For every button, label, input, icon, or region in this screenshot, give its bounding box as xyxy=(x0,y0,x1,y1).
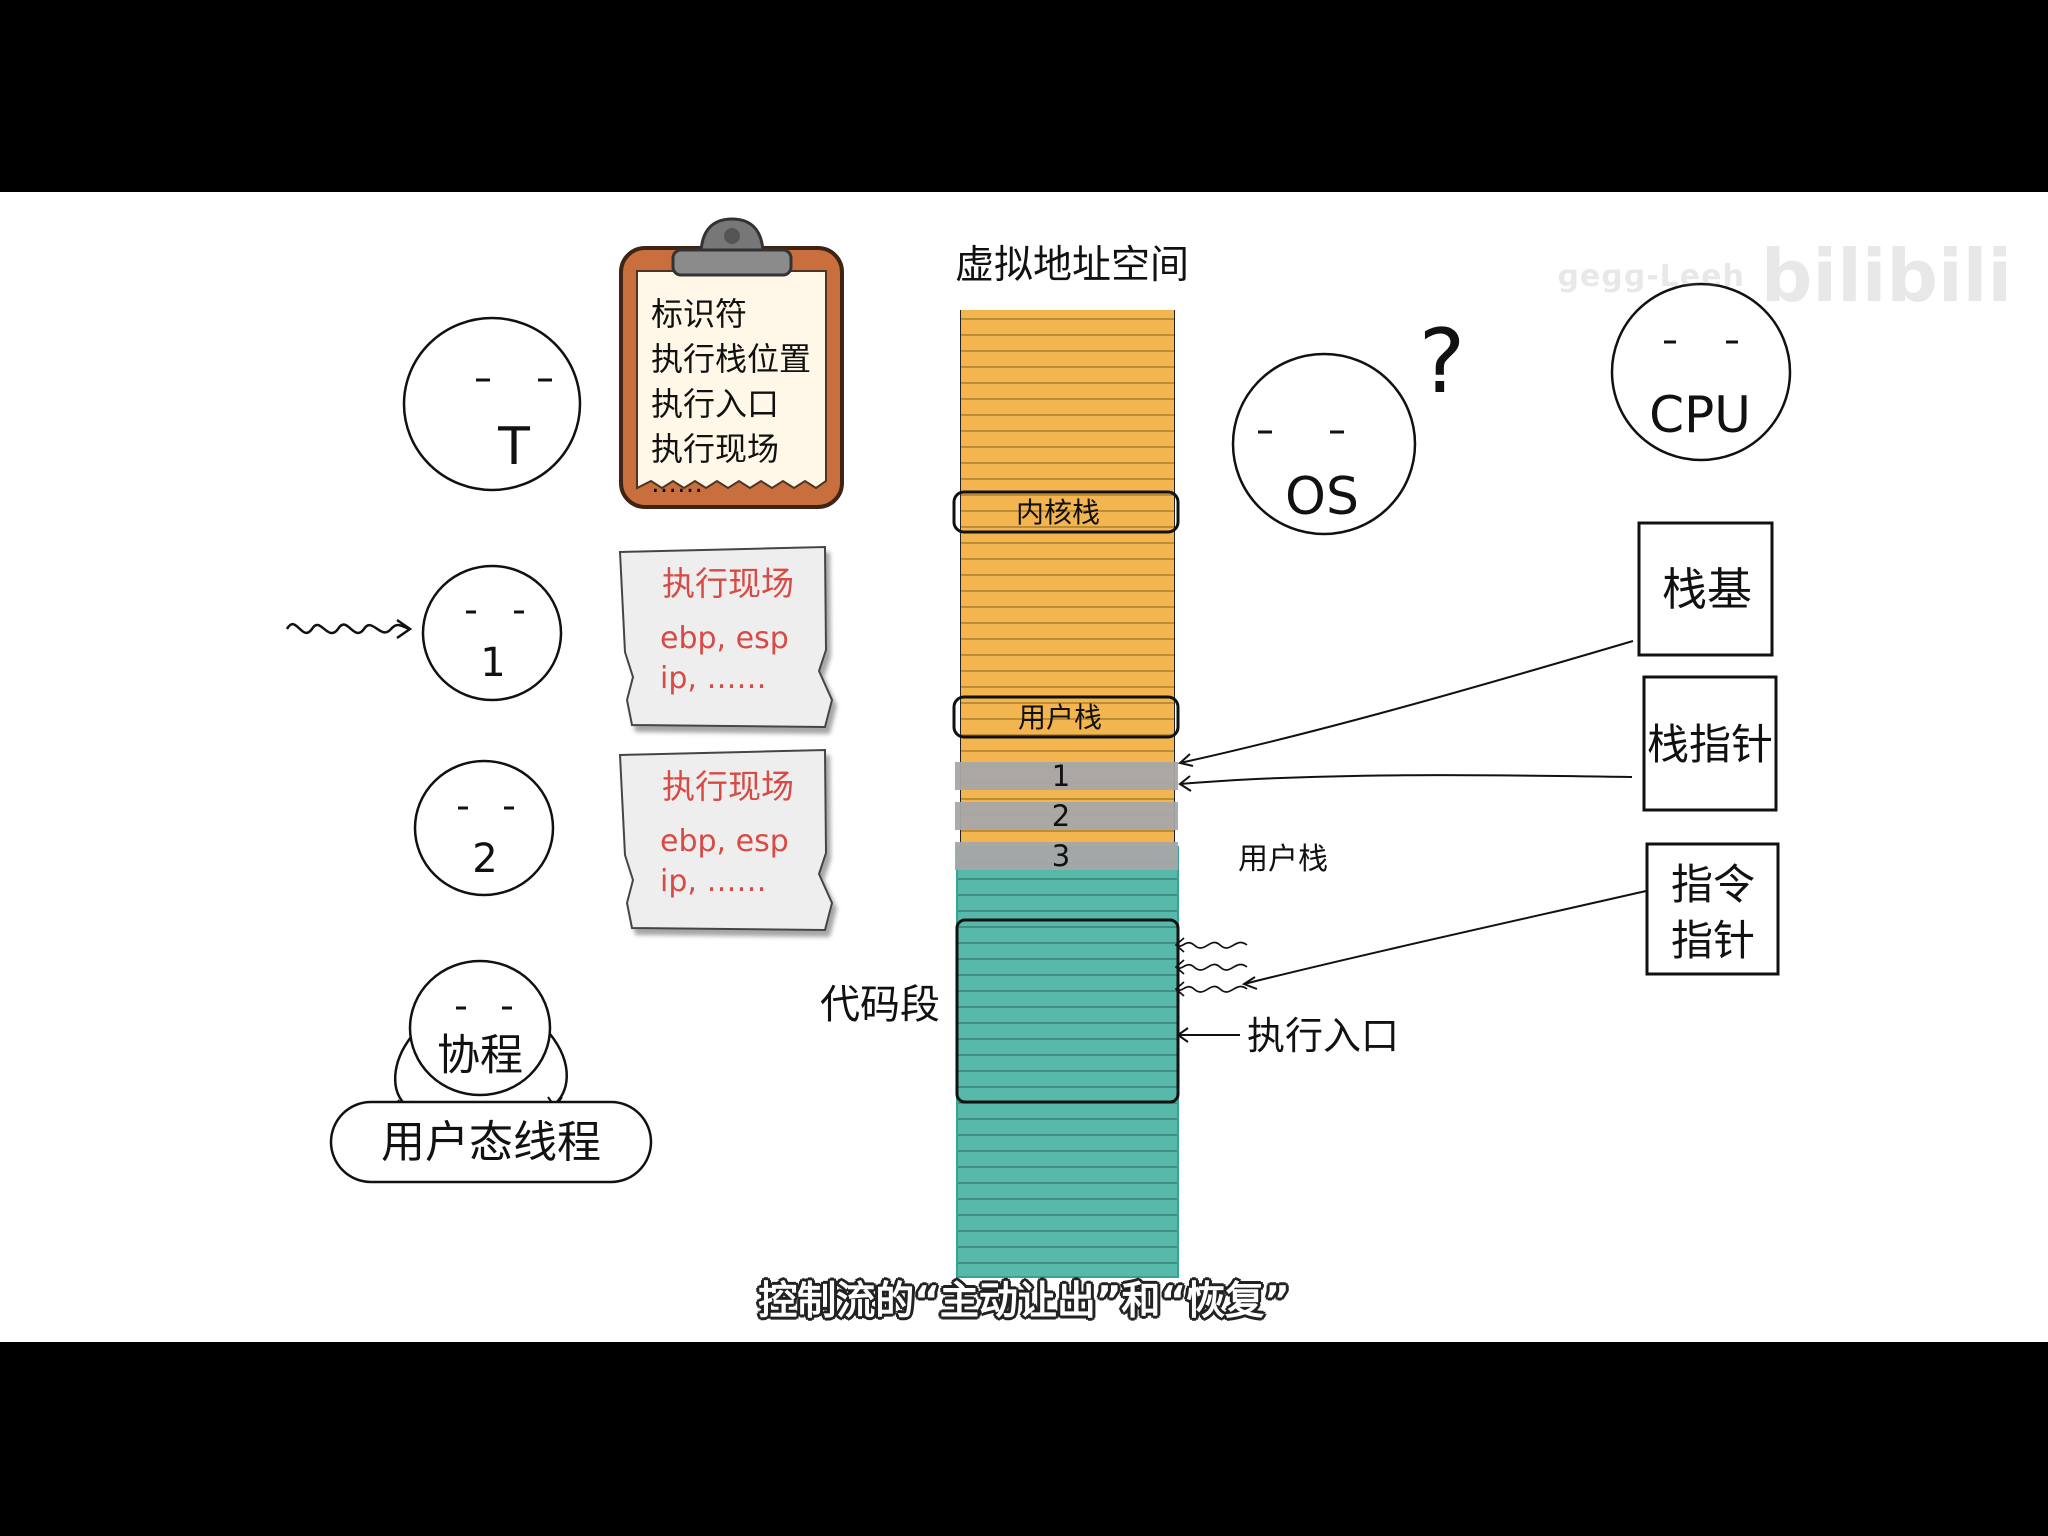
watermark-small-text: ɡeɡɡ-Leeh xyxy=(1557,258,1745,294)
context-card-1-title: 执行现场 xyxy=(662,564,794,603)
context-card-1: 执行现场 ebp, esp ip, …… xyxy=(618,545,834,729)
context-card-2-line2: ip, …… xyxy=(660,864,766,899)
os-face: OS ? xyxy=(1231,310,1466,536)
stack-frames: 1 2 3 xyxy=(955,759,1178,873)
os-label: OS xyxy=(1285,467,1359,527)
context-card-1-line2: ip, …… xyxy=(660,661,766,696)
clipboard-item-5: …… xyxy=(651,469,703,499)
wavy-arrow-line xyxy=(285,622,411,635)
context-card-2: 执行现场 ebp, esp ip, …… xyxy=(618,748,834,932)
cpu-label: CPU xyxy=(1649,386,1751,444)
clipboard-item-3: 执行入口 xyxy=(651,385,779,423)
coroutine-1-face: 1 xyxy=(285,564,563,702)
register-arrows xyxy=(1177,640,1647,990)
subtitle-caption: 控制流的“主动让出”和“恢复” xyxy=(758,1279,1290,1324)
context-card-2-title: 执行现场 xyxy=(662,767,794,806)
watermark-logo: bilibili xyxy=(1760,234,2012,318)
entry-label: 执行入口 xyxy=(1247,1014,1399,1058)
user-stack-label: 用户栈 xyxy=(1018,701,1102,734)
coroutine-2-label: 2 xyxy=(472,836,497,882)
clipboard-item-1: 标识符 xyxy=(651,295,747,333)
stack-frame-label-3: 3 xyxy=(1052,839,1070,873)
os-question-mark: ? xyxy=(1419,310,1466,413)
thread-t-face: T xyxy=(402,316,582,492)
stack-frame-label-2: 2 xyxy=(1052,799,1070,833)
stack-frame-label-1: 1 xyxy=(1052,759,1070,793)
clipboard-clip-hole xyxy=(724,228,740,244)
instruction-pointer-label-2: 指针 xyxy=(1671,916,1755,965)
thread-t-label: T xyxy=(497,417,530,477)
coroutine-main-label: 协程 xyxy=(437,1031,523,1081)
address-space-title: 虚拟地址空间 xyxy=(955,243,1189,288)
context-card-1-line1: ebp, esp xyxy=(660,621,789,656)
code-segment-box xyxy=(955,918,1180,1104)
code-entry-arrows xyxy=(1174,937,1248,1043)
coroutine-2-face: 2 xyxy=(413,759,555,897)
stack-base-label: 栈基 xyxy=(1662,563,1752,616)
diagram-stage: T 1 2 协程 用户态线程 标识符 执行栈位置 执行入口 执行现场 …… 执行… xyxy=(285,217,1792,1278)
coroutine-1-label: 1 xyxy=(480,640,505,686)
clipboard-item-2: 执行栈位置 xyxy=(651,340,811,378)
clipboard-item-4: 执行现场 xyxy=(651,430,779,468)
register-stack-pointer: 栈指针 xyxy=(1642,675,1778,812)
frames-side-label: 用户栈 xyxy=(1238,842,1328,877)
bilibili-watermark: ɡeɡɡ-Leeh bilibili xyxy=(1557,234,2012,318)
coroutine-over-user-thread: 协程 用户态线程 xyxy=(329,959,653,1184)
coroutine-right-arm xyxy=(549,1033,568,1108)
register-instruction-pointer: 指令 指针 xyxy=(1645,842,1780,976)
video-frame: T 1 2 协程 用户态线程 标识符 执行栈位置 执行入口 执行现场 …… 执行… xyxy=(0,192,2048,1342)
coroutine-left-arm xyxy=(394,1036,412,1108)
stack-pointer-label: 栈指针 xyxy=(1647,720,1773,769)
wavy-arrow-head-icon xyxy=(396,618,413,640)
thread-clipboard: 标识符 执行栈位置 执行入口 执行现场 …… xyxy=(619,217,844,509)
code-segment-label: 代码段 xyxy=(820,982,940,1028)
kernel-stack-label: 内核栈 xyxy=(1016,496,1100,529)
user-thread-label: 用户态线程 xyxy=(381,1117,601,1168)
register-stack-base: 栈基 xyxy=(1637,521,1774,657)
context-card-2-line1: ebp, esp xyxy=(660,824,789,859)
instruction-pointer-label-1: 指令 xyxy=(1671,860,1755,909)
clipboard-clip-base xyxy=(671,248,793,277)
